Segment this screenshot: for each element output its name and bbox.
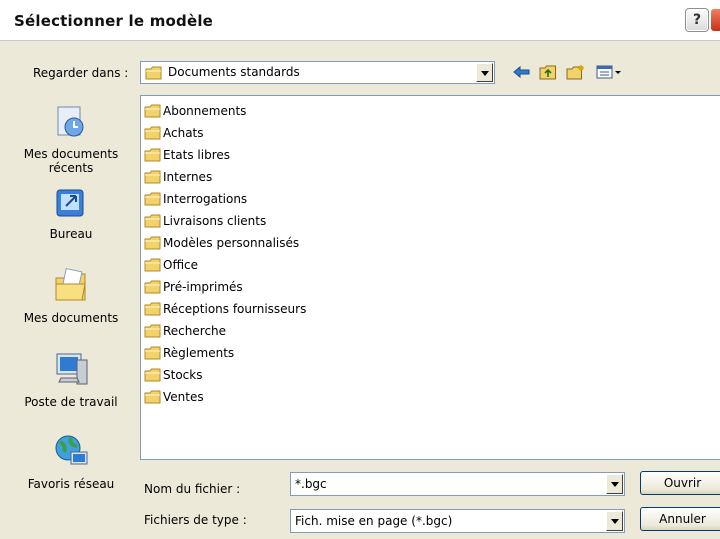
- places-bar: Mes documents récents Bureau Mes documen…: [8, 96, 134, 496]
- place-recent-documents[interactable]: Mes documents récents: [8, 102, 134, 175]
- my-documents-icon: [55, 267, 86, 301]
- list-item[interactable]: Ventes: [144, 387, 204, 407]
- folder-icon: [144, 258, 161, 272]
- list-item[interactable]: Livraisons clients: [144, 211, 266, 231]
- list-item-label: Ventes: [163, 390, 204, 404]
- filename-input[interactable]: *.bgc: [290, 472, 625, 496]
- new-folder-icon[interactable]: [566, 63, 586, 81]
- list-item-label: Recherche: [163, 324, 227, 338]
- folder-icon: [144, 214, 161, 228]
- folder-icon: [144, 148, 161, 162]
- folder-icon: [144, 280, 161, 294]
- up-folder-icon[interactable]: [538, 63, 558, 81]
- title-bar: Sélectionner le modèle ?: [0, 0, 720, 41]
- filetype-dropdown-button[interactable]: [606, 511, 623, 531]
- close-button[interactable]: [711, 9, 720, 31]
- my-computer-icon: [56, 353, 88, 385]
- folder-icon: [144, 302, 161, 316]
- place-desktop[interactable]: Bureau: [8, 186, 134, 241]
- place-label: Mes documents récents: [23, 147, 119, 175]
- folder-icon: [145, 66, 162, 83]
- place-label: Poste de travail: [24, 395, 118, 409]
- list-item-label: Livraisons clients: [163, 214, 267, 228]
- filename-dropdown-button[interactable]: [606, 474, 623, 494]
- place-label: Mes documents: [23, 311, 119, 325]
- folder-icon: [144, 324, 161, 338]
- list-item-label: Stocks: [163, 368, 203, 382]
- list-item[interactable]: Internes: [144, 167, 212, 187]
- list-item[interactable]: Interrogations: [144, 189, 247, 209]
- list-item-label: Pré-imprimés: [163, 280, 243, 294]
- file-list[interactable]: Abonnements Achats Etats libres Internes…: [140, 95, 720, 460]
- list-item[interactable]: Pré-imprimés: [144, 277, 243, 297]
- list-item[interactable]: Abonnements: [144, 101, 246, 121]
- list-item[interactable]: Règlements: [144, 343, 234, 363]
- place-network[interactable]: Favoris réseau: [8, 432, 134, 491]
- folder-icon: [144, 368, 161, 382]
- view-menu-icon[interactable]: [595, 63, 623, 81]
- folder-icon: [144, 170, 161, 184]
- list-item-label: Interrogations: [163, 192, 248, 206]
- filetype-label: Fichiers de type :: [144, 513, 247, 527]
- folder-icon: [144, 126, 161, 140]
- list-item-label: Office: [163, 258, 199, 272]
- lookin-label: Regarder dans :: [33, 66, 129, 80]
- folder-icon: [144, 236, 161, 250]
- help-button[interactable]: ?: [685, 8, 709, 32]
- list-item[interactable]: Office: [144, 255, 198, 275]
- list-item-label: Réceptions fournisseurs: [163, 302, 307, 316]
- lookin-value: Documents standards: [168, 65, 300, 79]
- list-item[interactable]: Achats: [144, 123, 204, 143]
- list-item-label: Modèles personnalisés: [163, 236, 300, 250]
- place-my-computer[interactable]: Poste de travail: [8, 350, 134, 409]
- open-button[interactable]: Ouvrir: [640, 471, 720, 495]
- lookin-combo[interactable]: Documents standards: [140, 61, 495, 84]
- place-label: Bureau: [49, 227, 93, 241]
- folder-icon: [144, 346, 161, 360]
- list-item[interactable]: Stocks: [144, 365, 202, 385]
- filename-value: *.bgc: [295, 477, 327, 491]
- list-item[interactable]: Recherche: [144, 321, 226, 341]
- list-item[interactable]: Etats libres: [144, 145, 230, 165]
- filename-label: Nom du fichier :: [144, 482, 241, 496]
- back-arrow-icon[interactable]: [512, 63, 532, 81]
- list-item-label: Abonnements: [163, 104, 247, 118]
- cancel-button[interactable]: Annuler: [640, 507, 720, 531]
- list-item-label: Règlements: [163, 346, 235, 360]
- list-item-label: Etats libres: [163, 148, 231, 162]
- folder-icon: [144, 390, 161, 404]
- network-places-icon: [55, 435, 88, 465]
- recent-documents-icon: [57, 106, 84, 137]
- filetype-value: Fich. mise en page (*.bgc): [295, 514, 453, 528]
- list-item-label: Achats: [163, 126, 204, 140]
- place-my-documents[interactable]: Mes documents: [8, 266, 134, 325]
- folder-icon: [144, 104, 161, 118]
- list-item[interactable]: Modèles personnalisés: [144, 233, 299, 253]
- place-label: Favoris réseau: [27, 477, 115, 491]
- folder-icon: [144, 192, 161, 206]
- list-item[interactable]: Réceptions fournisseurs: [144, 299, 306, 319]
- desktop-icon: [56, 189, 84, 217]
- filetype-select[interactable]: Fich. mise en page (*.bgc): [290, 509, 625, 533]
- lookin-dropdown-button[interactable]: [476, 63, 493, 82]
- window-title: Sélectionner le modèle: [14, 12, 214, 30]
- list-item-label: Internes: [163, 170, 213, 184]
